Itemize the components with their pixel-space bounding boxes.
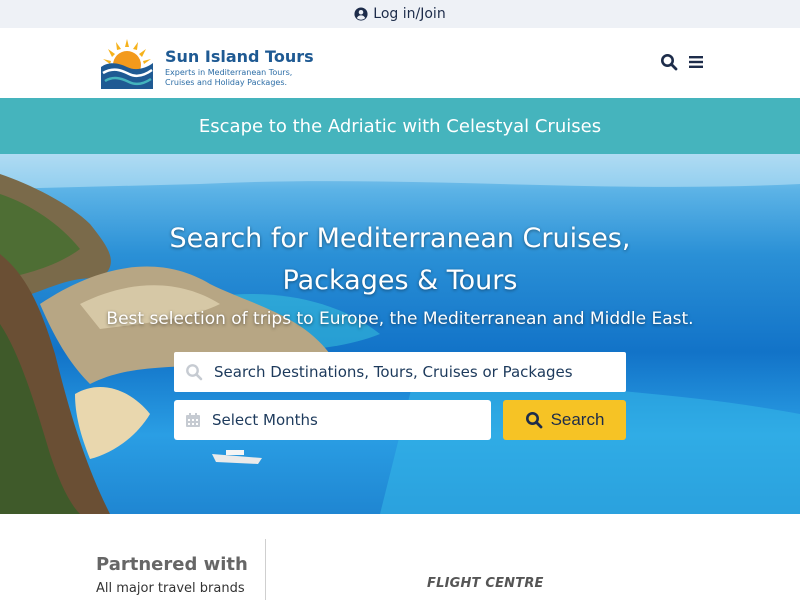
tagline-line-2: Cruises and Holiday Packages. [165,78,288,87]
partners-section: Partnered with All major travel brands F… [0,514,800,600]
search-button-label: Search [550,410,605,429]
partners-title: Partnered with [96,554,248,575]
calendar-icon [186,413,200,427]
flight-centre-logo: FLIGHT CENTRE [427,576,544,591]
login-join-link[interactable]: Log in/Join [354,6,446,22]
hamburger-menu-icon[interactable] [688,54,704,70]
sun-island-logo[interactable] [99,37,155,89]
calendar-icon-wrap [174,400,212,440]
login-label: Log in/Join [373,6,446,22]
search-field-icon-wrap [174,352,214,392]
top-bar: Log in/Join [0,0,800,28]
destination-search-input[interactable] [214,363,626,381]
select-months-label: Select Months [212,411,318,429]
user-circle-icon [354,7,368,21]
hero-title-line-1: Search for Mediterranean Cruises, [169,223,631,254]
partners-divider [265,539,266,600]
search-button[interactable]: Search [503,400,626,440]
hero-title-line-2: Packages & Tours [282,265,518,296]
promo-text: Escape to the Adriatic with Celestyal Cr… [198,115,602,137]
promo-banner[interactable]: Escape to the Adriatic with Celestyal Cr… [0,98,800,154]
hero-title: Search for Mediterranean Cruises, Packag… [0,218,800,302]
search-icon [525,412,542,429]
search-icon[interactable] [660,53,678,71]
hero-subtitle: Best selection of trips to Europe, the M… [106,309,694,329]
brand-tagline: Experts in Mediterranean Tours, Cruises … [165,68,292,88]
hero-section: Search for Mediterranean Cruises, Packag… [0,154,800,514]
search-icon [186,364,203,381]
select-months-dropdown[interactable]: Select Months [174,400,491,440]
hero-background-image [0,154,800,514]
partners-subtitle: All major travel brands [96,581,245,596]
brand-name: Sun Island Tours [165,47,314,66]
site-header: Sun Island Tours Experts in Mediterranea… [0,28,800,98]
tagline-line-1: Experts in Mediterranean Tours, [165,68,293,77]
destination-search-box [174,352,626,392]
